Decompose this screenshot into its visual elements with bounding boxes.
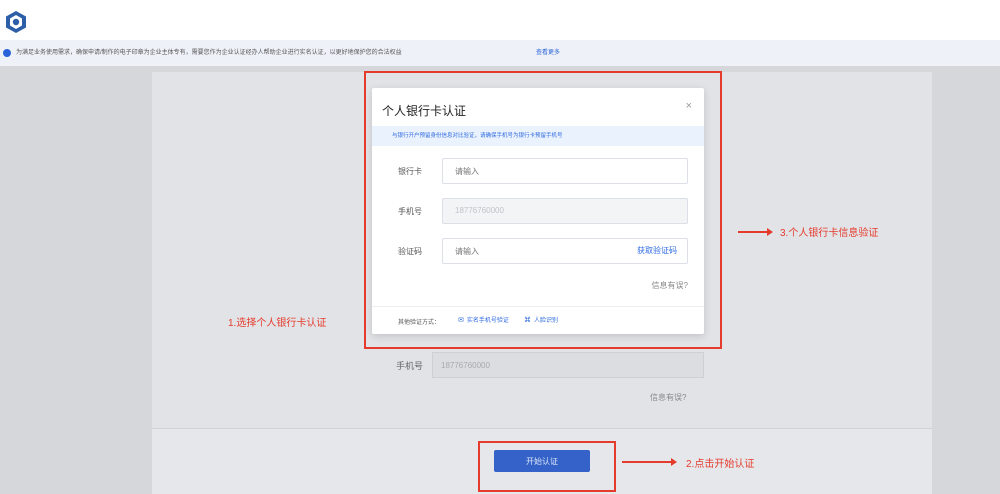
logo-icon[interactable] <box>4 10 28 34</box>
bg-info-wrong[interactable]: 信息有误? <box>650 392 686 403</box>
annotation-step1: 1.选择个人银行卡认证 <box>228 318 327 329</box>
highlight-box-modal <box>364 71 722 349</box>
bg-phone-field: 18776760000 <box>432 352 704 378</box>
annotation-step2: 2.点击开始认证 <box>686 459 755 470</box>
arrow-step3 <box>738 228 773 236</box>
bg-phone-label: 手机号 <box>396 361 424 371</box>
info-icon <box>3 49 11 57</box>
notice-text: 为满足业务使用需求，确保申请/制作的电子印章为企业主体专有，需要您作为企业认证经… <box>16 50 402 56</box>
arrow-step2 <box>622 458 677 466</box>
highlight-box-start <box>478 441 616 492</box>
notice-more-link[interactable]: 查看更多 <box>536 40 560 66</box>
annotation-step3: 3.个人银行卡信息验证 <box>780 228 879 239</box>
top-bar <box>0 0 1000 40</box>
notice-bar: 为满足业务使用需求，确保申请/制作的电子印章为企业主体专有，需要您作为企业认证经… <box>0 40 1000 66</box>
